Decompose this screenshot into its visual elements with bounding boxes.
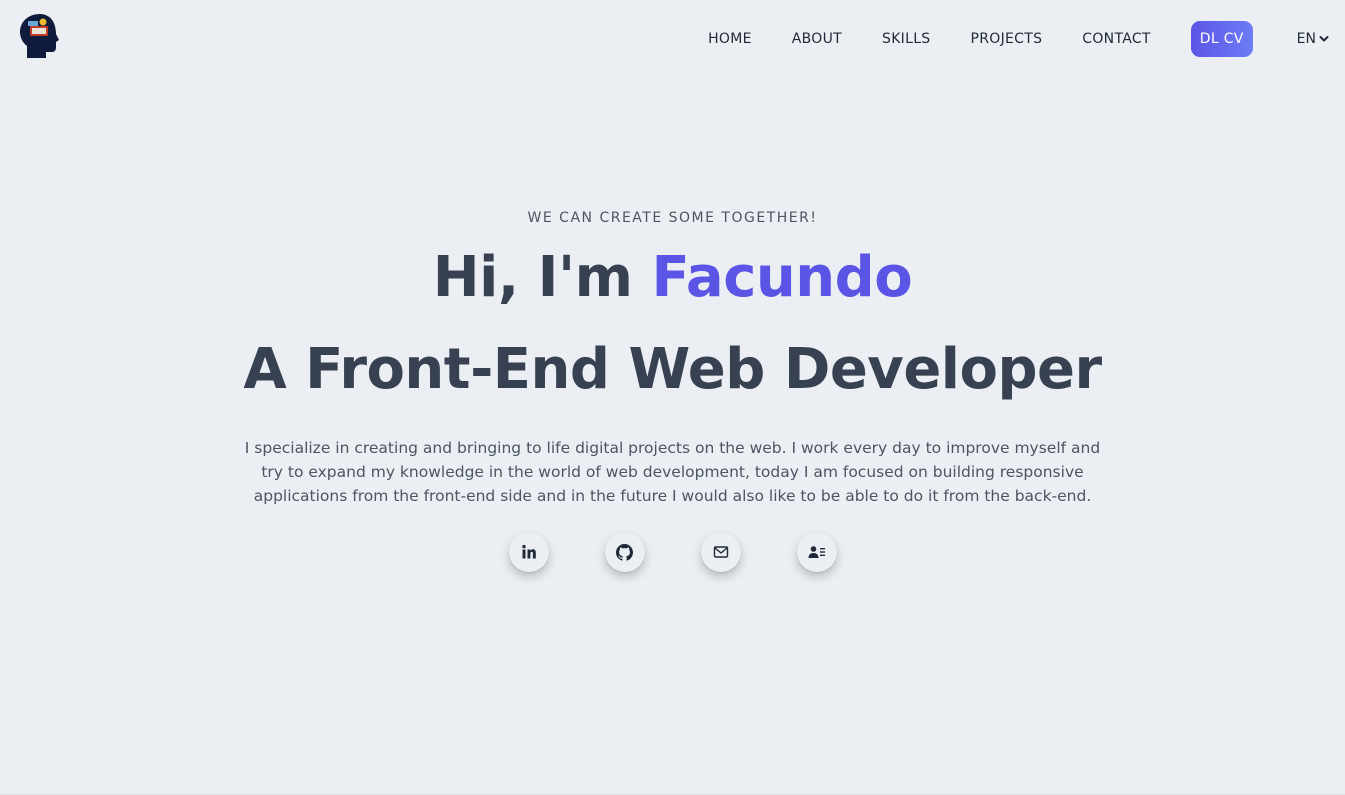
nav-contact-link[interactable]: CONTACT <box>1082 31 1151 47</box>
page: HOME ABOUT SKILLS PROJECTS CONTACT DL CV… <box>0 0 1345 795</box>
github-button[interactable] <box>604 532 645 572</box>
head-logo-icon <box>20 14 59 58</box>
nav-skills-link[interactable]: SKILLS <box>882 31 930 47</box>
download-cv-button[interactable]: DL CV <box>1190 21 1253 57</box>
mail-icon <box>713 546 728 558</box>
main-nav: HOME ABOUT SKILLS PROJECTS CONTACT DL CV… <box>708 21 1329 57</box>
email-button[interactable] <box>700 532 741 572</box>
hero-section: WE CAN CREATE SOME TOGETHER! Hi, I'm Fac… <box>0 210 1345 508</box>
greeting-text: Hi, I'm <box>432 245 633 310</box>
hero-greeting: Hi, I'm Facundo <box>0 242 1345 314</box>
site-logo[interactable] <box>18 12 62 60</box>
contact-card-button[interactable] <box>796 532 837 572</box>
linkedin-icon <box>521 544 536 559</box>
nav-projects-link[interactable]: PROJECTS <box>971 31 1043 47</box>
nav-about-link[interactable]: ABOUT <box>792 31 842 47</box>
linkedin-button[interactable] <box>508 532 549 572</box>
chevron-down-icon <box>1319 36 1329 42</box>
hero-role: A Front-End Web Developer <box>243 337 1102 402</box>
nav-home-link[interactable]: HOME <box>708 31 752 47</box>
hero-name: Facundo <box>651 245 913 310</box>
contact-card-icon <box>808 546 825 558</box>
social-links <box>0 532 1345 572</box>
hero-eyebrow: WE CAN CREATE SOME TOGETHER! <box>527 210 818 226</box>
github-icon <box>616 543 633 561</box>
language-label: EN <box>1296 31 1316 47</box>
hero-description: I specialize in creating and bringing to… <box>244 439 1101 505</box>
language-selector[interactable]: EN <box>1297 31 1329 47</box>
